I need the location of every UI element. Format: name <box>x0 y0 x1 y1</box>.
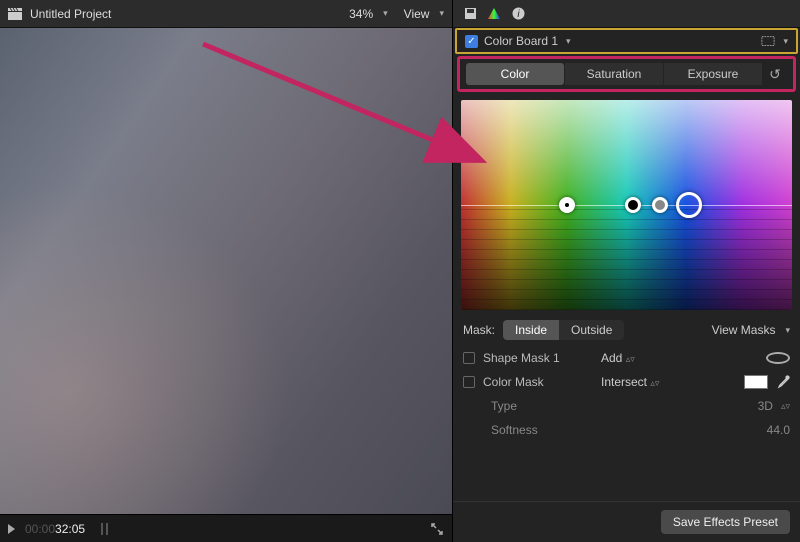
chevron-down-icon: ▾ <box>566 36 571 47</box>
color-board-tabs-highlight: Color Saturation Exposure ↺ <box>457 56 796 92</box>
effect-header: ✓ Color Board 1 ▾ ▾ <box>455 28 798 54</box>
mask-label: Mask: <box>463 323 495 337</box>
playhead-marks <box>101 523 108 535</box>
eyedropper-icon[interactable] <box>776 375 790 389</box>
color-puck-highlights[interactable] <box>559 197 575 213</box>
video-viewer[interactable] <box>0 28 452 514</box>
softness-value[interactable]: 44.0 <box>767 423 790 437</box>
checkbox[interactable] <box>463 376 475 388</box>
chevron-down-icon: ▾ <box>785 325 790 336</box>
color-board[interactable] <box>461 100 792 310</box>
reset-button[interactable]: ↺ <box>763 66 787 83</box>
row-color-mask[interactable]: Color Mask Intersect ▵▿ <box>453 370 800 394</box>
inspector-top-bar: i <box>453 0 800 28</box>
row-softness: Softness 44.0 <box>453 418 800 442</box>
timecode: 00:0032:05 <box>25 522 85 536</box>
viewer-top-bar: Untitled Project 34% ▾ View ▾ <box>0 0 452 28</box>
clapper-icon <box>8 7 22 21</box>
save-icon[interactable] <box>463 7 477 21</box>
info-icon[interactable]: i <box>511 7 525 21</box>
color-puck-global[interactable] <box>676 192 702 218</box>
row-type: Type 3D ▵▿ <box>453 394 800 418</box>
color-board-tabs: Color Saturation Exposure ↺ <box>466 63 787 85</box>
color-mask-label: Color Mask <box>483 375 593 389</box>
view-menu[interactable]: View <box>404 7 430 21</box>
oval-icon <box>766 352 790 364</box>
project-title: Untitled Project <box>30 7 111 21</box>
effect-enable-checkbox[interactable]: ✓ <box>465 35 478 48</box>
color-puck-midtones[interactable] <box>652 197 668 213</box>
zoom-level[interactable]: 34% <box>349 7 373 21</box>
save-effects-preset-button[interactable]: Save Effects Preset <box>661 510 790 534</box>
play-icon[interactable] <box>8 524 15 534</box>
mask-outside[interactable]: Outside <box>559 320 624 340</box>
chevron-down-icon: ▾ <box>383 8 388 19</box>
mask-mode-segment: Inside Outside <box>503 320 624 340</box>
chevron-down-icon: ▾ <box>439 8 444 19</box>
shape-mask-mode[interactable]: Add ▵▿ <box>601 351 681 365</box>
playback-bar: 00:0032:05 <box>0 514 452 542</box>
mask-list: Shape Mask 1 Add ▵▿ Color Mask Intersect… <box>453 344 800 444</box>
effect-name[interactable]: Color Board 1 <box>484 34 558 48</box>
chevron-down-icon[interactable]: ▾ <box>783 36 788 47</box>
stepper-icon[interactable]: ▵▿ <box>781 401 790 412</box>
tab-saturation[interactable]: Saturation <box>565 63 663 85</box>
tab-color[interactable]: Color <box>466 63 564 85</box>
fullscreen-icon[interactable] <box>430 522 444 536</box>
row-shape-mask[interactable]: Shape Mask 1 Add ▵▿ <box>453 346 800 370</box>
view-masks-menu[interactable]: View Masks <box>712 323 776 337</box>
inspector-footer: Save Effects Preset <box>453 501 800 542</box>
softness-label: Softness <box>491 423 601 437</box>
type-value[interactable]: 3D <box>758 399 773 413</box>
mask-icon[interactable] <box>761 34 775 48</box>
shape-mask-label: Shape Mask 1 <box>483 351 593 365</box>
tab-exposure[interactable]: Exposure <box>664 63 762 85</box>
type-label: Type <box>491 399 601 413</box>
mask-row: Mask: Inside Outside View Masks ▾ <box>453 316 800 344</box>
checkbox[interactable] <box>463 352 475 364</box>
color-swatch[interactable] <box>744 375 768 389</box>
color-mask-mode[interactable]: Intersect ▵▿ <box>601 375 681 389</box>
color-puck-shadows[interactable] <box>625 197 641 213</box>
mask-inside[interactable]: Inside <box>503 320 559 340</box>
color-icon[interactable] <box>487 7 501 21</box>
